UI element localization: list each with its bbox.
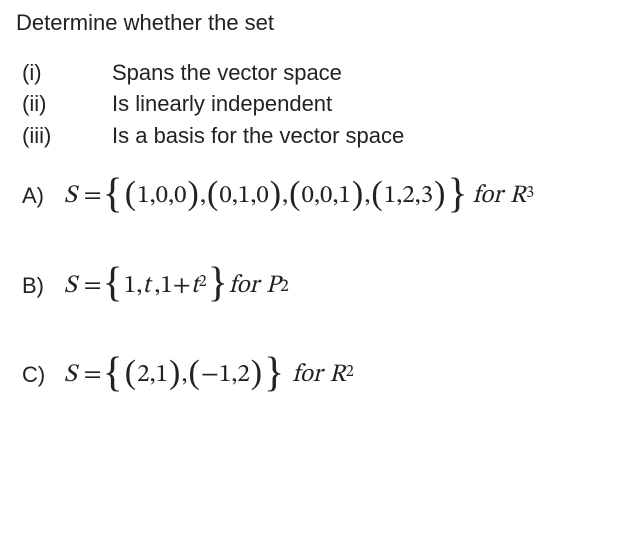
var-S: S xyxy=(64,269,77,303)
math-expression: S = { (1,0,0) , (0,1,0) , (0,0,1) , (1,2… xyxy=(64,179,534,213)
tuple: 0,0,1 xyxy=(302,179,351,213)
problem-b: B) S = { 1 , t , 1 + t2 } for P2 xyxy=(22,269,608,303)
list-item: (iii) Is a basis for the vector space xyxy=(22,121,608,151)
element: 1 xyxy=(160,269,172,303)
roman-numeral: (i) xyxy=(22,58,112,88)
tuple: 0,1,0 xyxy=(219,179,268,213)
math-expression: S = { 1 , t , 1 + t2 } for P2 xyxy=(64,269,289,303)
var-S: S xyxy=(64,179,77,213)
list-item: (i) Spans the vector space xyxy=(22,58,608,88)
comma: , xyxy=(181,358,187,392)
tuple: 1,0,0 xyxy=(137,179,186,213)
criteria-list: (i) Spans the vector space (ii) Is linea… xyxy=(22,58,608,151)
problem-a: A) S = { (1,0,0) , (0,1,0) , (0,0,1) , (… xyxy=(22,179,608,213)
element: t xyxy=(142,269,150,303)
problem-label: C) xyxy=(22,360,64,390)
criteria-text: Spans the vector space xyxy=(112,58,342,88)
minus-sign: − xyxy=(201,358,219,392)
tuple: 2,1 xyxy=(137,358,168,392)
space-R: R xyxy=(329,358,345,392)
var-t: t xyxy=(191,269,199,303)
equals-sign: = xyxy=(84,269,102,303)
for-text: for xyxy=(229,269,259,303)
space-R: R xyxy=(510,179,526,213)
var-S: S xyxy=(64,358,77,392)
list-item: (ii) Is linearly independent xyxy=(22,89,608,119)
comma: , xyxy=(282,179,288,213)
equals-sign: = xyxy=(84,179,102,213)
tuple: 1,2 xyxy=(219,358,250,392)
comma: , xyxy=(200,179,206,213)
equals-sign: = xyxy=(84,358,102,392)
problem-c: C) S = { (2,1) , (−1,2) } for R2 xyxy=(22,358,608,392)
criteria-text: Is linearly independent xyxy=(112,89,332,119)
for-text: for xyxy=(292,358,322,392)
roman-numeral: (iii) xyxy=(22,121,112,151)
criteria-text: Is a basis for the vector space xyxy=(112,121,404,151)
problem-label: B) xyxy=(22,271,64,301)
math-expression: S = { (2,1) , (−1,2) } for R2 xyxy=(64,358,354,392)
exponent: 2 xyxy=(199,272,207,294)
roman-numeral: (ii) xyxy=(22,89,112,119)
tuple: 1,2,3 xyxy=(384,179,433,213)
plus-sign: + xyxy=(173,269,191,303)
problem-label: A) xyxy=(22,181,64,211)
page-title: Determine whether the set xyxy=(16,8,608,38)
comma: , xyxy=(364,179,370,213)
exponent: 2 xyxy=(346,362,354,384)
for-text: for xyxy=(473,179,503,213)
exponent: 3 xyxy=(526,183,534,205)
subscript: 2 xyxy=(280,276,289,300)
space-P: P xyxy=(266,269,280,303)
element: 1 xyxy=(124,269,136,303)
